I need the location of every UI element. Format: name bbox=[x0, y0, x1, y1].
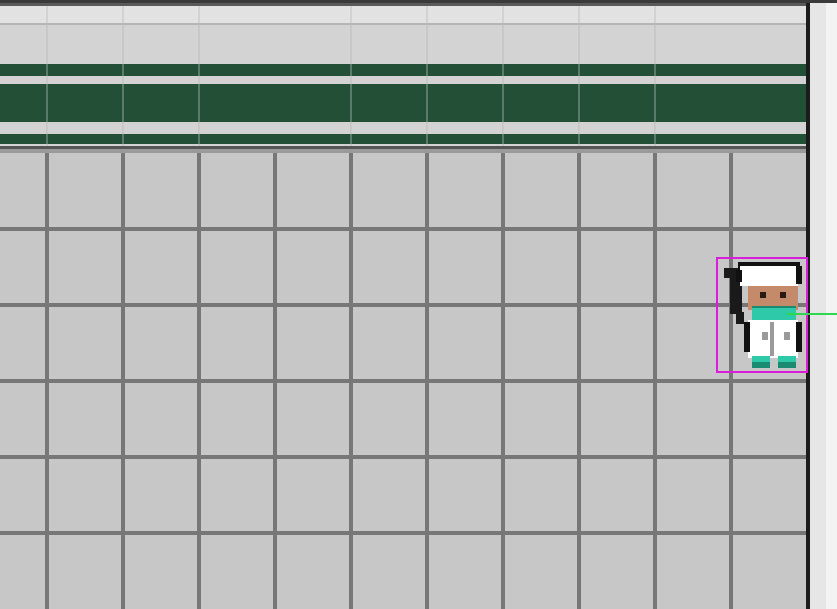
floor-tile bbox=[353, 383, 425, 455]
character-cap-outline bbox=[736, 270, 742, 282]
wall-trim-line bbox=[0, 23, 808, 25]
floor-tile bbox=[581, 231, 653, 303]
floor-tile bbox=[201, 307, 273, 379]
floor-tile bbox=[733, 535, 806, 607]
floor-tile bbox=[2, 155, 45, 227]
character-eye bbox=[760, 292, 766, 298]
floor-tile bbox=[277, 307, 349, 379]
floor-tile bbox=[125, 155, 197, 227]
top-border-line bbox=[0, 0, 837, 3]
floor-tile bbox=[49, 307, 121, 379]
wall-area bbox=[0, 0, 808, 153]
floor-tile bbox=[657, 535, 729, 607]
floor-tile bbox=[581, 307, 653, 379]
character-coat-outline bbox=[796, 322, 802, 352]
floor-tile bbox=[353, 155, 425, 227]
character-cap-outline bbox=[796, 266, 802, 284]
floor-tile bbox=[2, 307, 45, 379]
floor-tile bbox=[505, 459, 577, 531]
wall-stripe-main bbox=[0, 84, 808, 122]
character-shoe bbox=[778, 362, 796, 368]
floor-tile bbox=[581, 459, 653, 531]
right-border-panel bbox=[810, 0, 826, 609]
wall-top-trim bbox=[0, 6, 808, 24]
floor-tile bbox=[2, 535, 45, 607]
character-cap bbox=[740, 266, 798, 286]
floor-tile bbox=[429, 459, 501, 531]
floor-grout-horizontal bbox=[0, 227, 808, 231]
floor-tile bbox=[581, 535, 653, 607]
floor-grout-horizontal bbox=[0, 303, 808, 307]
game-canvas[interactable] bbox=[0, 0, 837, 609]
floor-tile bbox=[353, 231, 425, 303]
floor-tile bbox=[505, 535, 577, 607]
game-scene bbox=[0, 0, 837, 609]
floor-tile bbox=[49, 535, 121, 607]
floor-grout-horizontal bbox=[0, 455, 808, 459]
floor-tile bbox=[277, 535, 349, 607]
floor-tile bbox=[49, 459, 121, 531]
floor-tile bbox=[657, 459, 729, 531]
floor-tile bbox=[353, 459, 425, 531]
character-eye bbox=[780, 292, 786, 298]
floor-tile bbox=[429, 155, 501, 227]
floor-tile bbox=[581, 155, 653, 227]
right-border-edge bbox=[826, 0, 837, 609]
floor-grout-horizontal bbox=[0, 531, 808, 535]
floor-tile bbox=[505, 155, 577, 227]
floor-tile bbox=[353, 307, 425, 379]
floor-tile bbox=[2, 383, 45, 455]
floor-tile bbox=[201, 535, 273, 607]
floor-tile bbox=[125, 535, 197, 607]
floor-tile bbox=[277, 459, 349, 531]
character-pocket bbox=[784, 332, 790, 340]
floor-tile bbox=[429, 535, 501, 607]
floor-tile bbox=[201, 155, 273, 227]
floor-tile bbox=[657, 307, 729, 379]
floor-tiles bbox=[0, 153, 808, 609]
wall-base-line bbox=[0, 146, 808, 149]
floor-tile bbox=[581, 383, 653, 455]
wall-base-shadow bbox=[0, 149, 808, 153]
floor-tile bbox=[125, 459, 197, 531]
floor-tile bbox=[125, 307, 197, 379]
character-mask-edge bbox=[752, 306, 796, 308]
floor-tile bbox=[505, 383, 577, 455]
character-shoe bbox=[752, 362, 770, 368]
floor-tile bbox=[49, 383, 121, 455]
floor-tile bbox=[429, 231, 501, 303]
floor-tile bbox=[125, 231, 197, 303]
character-hair bbox=[736, 312, 744, 324]
floor-tile bbox=[277, 383, 349, 455]
floor-tile bbox=[277, 231, 349, 303]
floor-tile bbox=[277, 155, 349, 227]
floor-tile bbox=[49, 231, 121, 303]
floor-tile bbox=[201, 459, 273, 531]
floor-tile bbox=[657, 231, 729, 303]
wall-stripe-lower bbox=[0, 134, 808, 144]
floor-tile bbox=[201, 383, 273, 455]
floor-tile bbox=[125, 383, 197, 455]
floor-tile bbox=[2, 231, 45, 303]
floor-tile bbox=[429, 383, 501, 455]
character-coat-outline bbox=[744, 322, 750, 352]
character-pocket bbox=[762, 332, 768, 340]
floor-tile bbox=[201, 231, 273, 303]
floor-tile bbox=[657, 383, 729, 455]
floor-tile bbox=[2, 459, 45, 531]
floor-tile bbox=[733, 383, 806, 455]
floor-grout-horizontal bbox=[0, 379, 808, 383]
wall-stripe-upper bbox=[0, 64, 808, 76]
floor-tile bbox=[429, 307, 501, 379]
character-coat-seam bbox=[770, 322, 774, 356]
floor-tile bbox=[733, 459, 806, 531]
floor-tile bbox=[733, 155, 806, 227]
character-hair bbox=[724, 268, 738, 278]
floor-tile bbox=[505, 307, 577, 379]
floor-tile bbox=[49, 155, 121, 227]
floor-tile bbox=[505, 231, 577, 303]
floor-tile bbox=[353, 535, 425, 607]
floor-tile bbox=[657, 155, 729, 227]
